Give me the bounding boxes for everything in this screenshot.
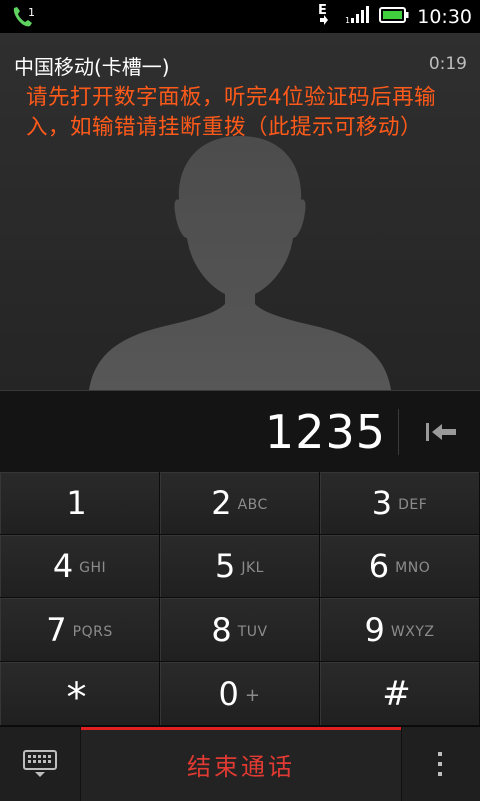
network-type-icon: E [315,1,337,33]
svg-text:1: 1 [28,6,35,19]
end-call-button[interactable]: 结束通话 [80,727,402,801]
key-star[interactable]: * [0,662,160,726]
key-1[interactable]: 1 [0,472,160,535]
battery-full-icon [379,6,409,28]
hide-keypad-button[interactable] [0,727,80,801]
svg-text:1: 1 [345,16,350,25]
dialed-number: 1235 [264,405,386,459]
key-4[interactable]: 4 GHI [0,535,160,598]
key-6[interactable]: 6 MNO [320,535,480,598]
key-7[interactable]: 7 PQRS [0,598,160,662]
hide-keypad-icon [23,750,57,777]
default-contact-silhouette-icon [87,128,393,390]
phone-call-icon: 1 [10,4,40,30]
signal-bars-icon: 1 [345,5,371,29]
more-options-button[interactable] [400,727,480,801]
backspace-icon [426,423,456,441]
key-2[interactable]: 2 ABC [160,472,320,535]
dial-keypad: 1 2 ABC 3 DEF 4 GHI 5 JKL 6 MNO 7 PQRS 8 TUV 9W… [0,472,480,726]
end-call-label: 结束通话 [187,752,295,781]
call-action-bar: 结束通话 [0,726,480,801]
key-9[interactable]: 9 WXYZ [320,598,480,662]
backspace-button[interactable] [416,413,466,451]
key-3[interactable]: 3 DEF [320,472,480,535]
clock: 10:30 [417,6,472,28]
svg-text:E: E [318,3,327,18]
carrier-name: 中国移动(卡槽一) [14,55,170,79]
key-5[interactable]: 5 JKL [160,535,320,598]
call-info-panel: 中国移动(卡槽一) 0:19 请先打开数字面板，听完4位验证码后再输入，如输错请… [0,33,480,390]
status-bar: 1 E 1 10:30 [0,0,480,33]
key-8[interactable]: 8 TUV [160,598,320,662]
call-timer: 0:19 [428,54,467,74]
more-options-icon [438,752,442,776]
key-0[interactable]: 0 + [160,662,320,726]
divider [398,409,399,455]
dialed-number-row: 1235 [0,390,480,473]
key-pound[interactable]: # [320,662,480,726]
movable-hint-overlay[interactable]: 请先打开数字面板，听完4位验证码后再输入，如输错请挂断重拨（此提示可移动） [26,83,466,143]
